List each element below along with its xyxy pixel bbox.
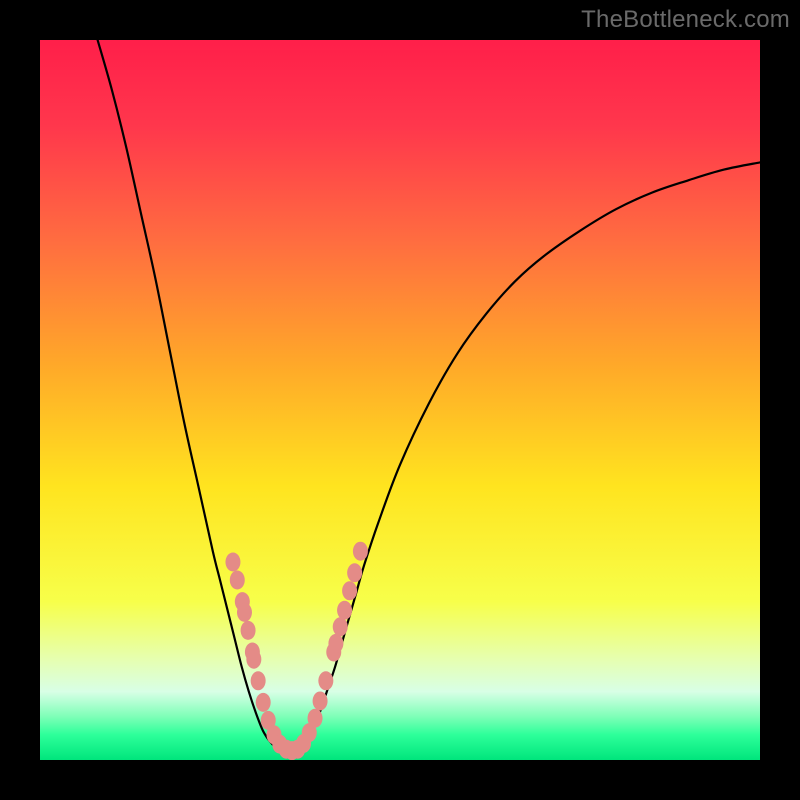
curve-layer [40, 40, 760, 760]
bottleneck-curve [98, 40, 760, 753]
data-marker [256, 693, 271, 712]
data-marker [333, 617, 348, 636]
data-marker [342, 581, 357, 600]
data-marker [241, 621, 256, 640]
chart-frame: TheBottleneck.com [0, 0, 800, 800]
marker-group [225, 542, 367, 760]
data-marker [353, 542, 368, 561]
data-marker [246, 650, 261, 669]
data-marker [230, 571, 245, 590]
data-marker [318, 671, 333, 690]
data-marker [328, 634, 343, 653]
data-marker [313, 691, 328, 710]
watermark-text: TheBottleneck.com [581, 6, 790, 34]
data-marker [251, 671, 266, 690]
data-marker [337, 601, 352, 620]
data-marker [225, 553, 240, 572]
plot-area [40, 40, 760, 760]
data-marker [237, 603, 252, 622]
data-marker [347, 563, 362, 582]
data-marker [308, 709, 323, 728]
